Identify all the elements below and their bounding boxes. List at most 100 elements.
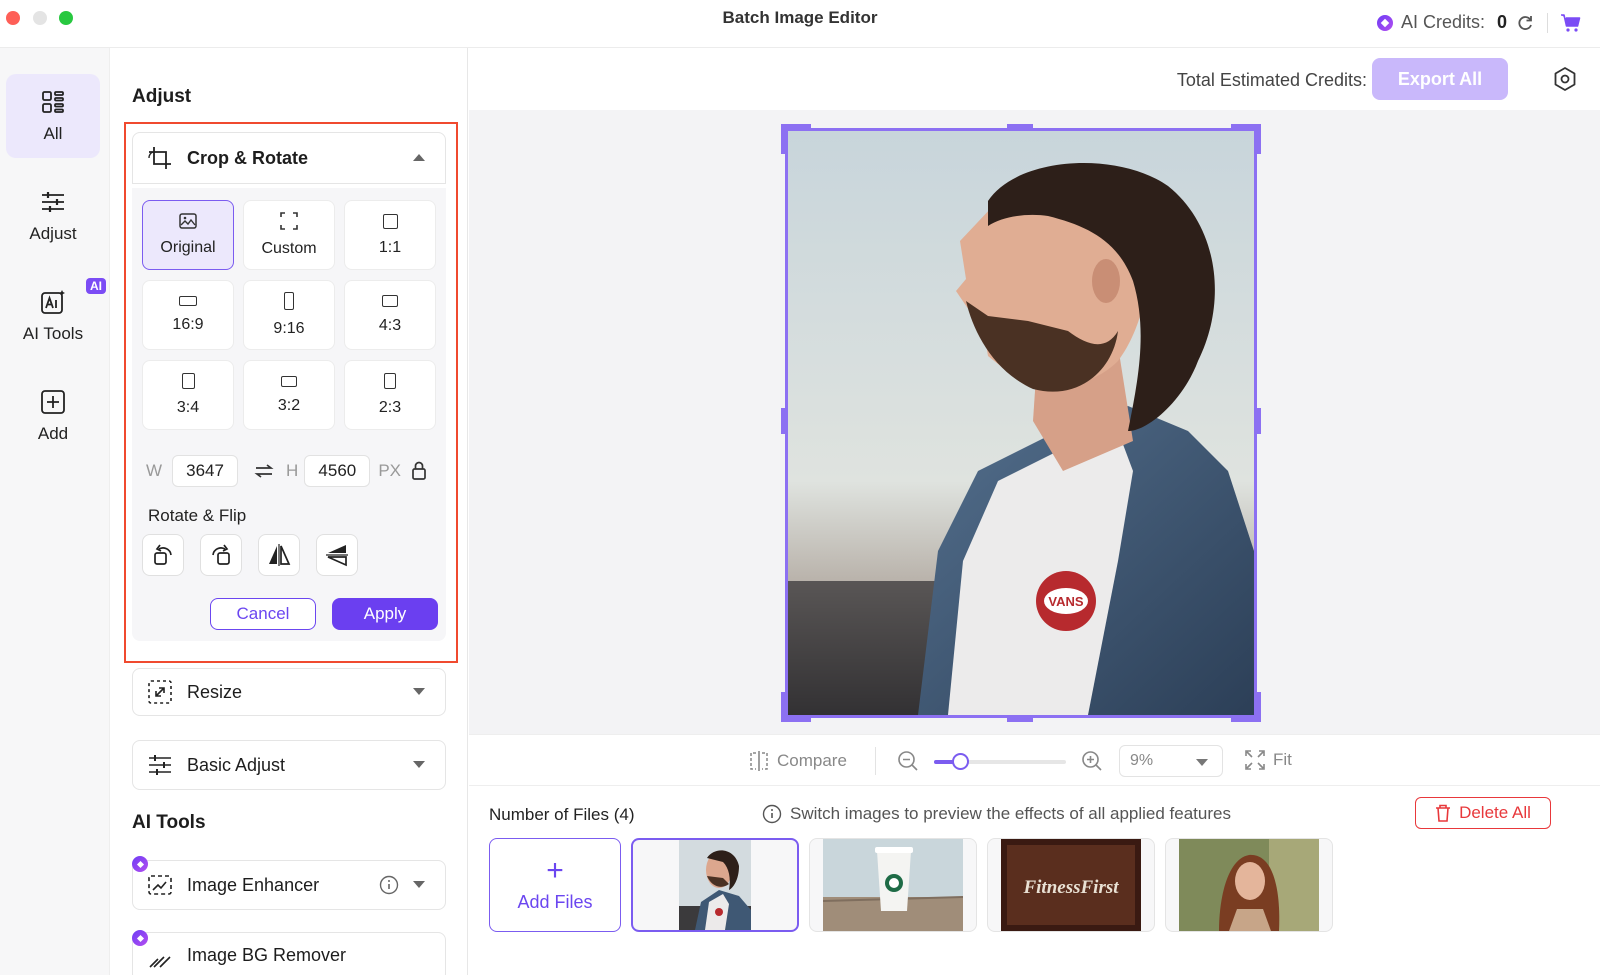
portrait-icon <box>181 373 195 389</box>
resize-label: Resize <box>187 681 243 702</box>
zoom-out-icon[interactable] <box>897 750 919 772</box>
app-title: Batch Image Editor <box>722 8 878 27</box>
ratio-1-1[interactable]: 1:1 <box>344 200 436 270</box>
rotate-left-button[interactable] <box>142 534 184 576</box>
chevron-down-icon <box>413 881 425 888</box>
ratio-custom[interactable]: Custom <box>243 200 335 270</box>
files-count: Number of Files (4) <box>489 805 635 824</box>
landscape-icon <box>179 296 197 306</box>
image-bg-remover-label: Image BG Remover <box>187 945 347 965</box>
crop-handle[interactable] <box>781 124 811 128</box>
flip-horizontal-icon <box>269 544 291 566</box>
sliders-icon <box>42 192 64 212</box>
ratio-label: 2:3 <box>378 399 402 416</box>
image-enhancer-card[interactable]: Image Enhancer <box>132 860 446 910</box>
settings-icon[interactable] <box>1552 66 1578 92</box>
ratio-9-16[interactable]: 9:16 <box>243 280 335 350</box>
ratio-label: 16:9 <box>172 316 204 333</box>
preview-image[interactable]: VANS <box>785 128 1257 718</box>
cancel-button[interactable]: Cancel <box>210 598 316 630</box>
estimated-credits: Total Estimated Credits: 0 <box>1176 70 1382 90</box>
export-all-button[interactable]: Export All <box>1372 58 1508 100</box>
basic-adjust-card[interactable]: Basic Adjust <box>132 740 446 790</box>
svg-text:VANS: VANS <box>1048 594 1083 609</box>
crop-handle[interactable] <box>1007 124 1033 128</box>
rail-item-ai-tools[interactable]: AI AI Tools <box>6 274 106 358</box>
fit-label: Fit <box>1273 750 1292 769</box>
portrait-photo: VANS <box>788 131 1254 715</box>
crop-handle[interactable] <box>781 124 785 154</box>
resize-card[interactable]: Resize <box>132 668 446 716</box>
chevron-down-icon <box>413 688 425 695</box>
file-thumbnail[interactable] <box>809 838 977 932</box>
crop-handle[interactable] <box>1007 718 1033 722</box>
ratio-label: Custom <box>261 240 317 257</box>
rotate-flip-title: Rotate & Flip <box>148 506 247 525</box>
grid-icon <box>42 91 64 113</box>
crop-rotate-header[interactable]: Crop & Rotate <box>132 132 446 184</box>
rail-item-all[interactable]: All <box>6 74 100 158</box>
crop-handle[interactable] <box>1257 124 1261 154</box>
rail-item-label: Adjust <box>29 224 77 243</box>
flip-horizontal-button[interactable] <box>258 534 300 576</box>
rotate-right-icon <box>212 544 230 565</box>
zoom-slider[interactable] <box>934 753 1066 770</box>
ratio-4-3[interactable]: 4:3 <box>344 280 436 350</box>
custom-crop-icon <box>280 212 298 230</box>
chevron-down-icon <box>1196 759 1208 766</box>
ratio-label: 4:3 <box>378 317 402 334</box>
crop-handle[interactable] <box>781 408 785 434</box>
ai-credits-label: AI Credits: <box>1400 12 1485 32</box>
fit-icon <box>1245 750 1265 770</box>
rail-item-adjust[interactable]: Adjust <box>6 174 100 258</box>
file-thumbnail[interactable]: FitnessFirst <box>987 838 1155 932</box>
flip-vertical-icon <box>326 545 348 567</box>
ratio-label: 3:4 <box>176 399 200 416</box>
delete-all-button[interactable]: Delete All <box>1415 797 1551 829</box>
ratio-label: 3:2 <box>277 396 301 414</box>
file-thumbnail[interactable] <box>1165 838 1333 932</box>
crop-rotate-title: Crop & Rotate <box>187 147 308 168</box>
crop-handle[interactable] <box>1257 408 1261 434</box>
zoom-slider-knob[interactable] <box>952 753 969 770</box>
ai-tools-icon <box>41 290 65 314</box>
add-files-button[interactable]: + Add Files <box>489 838 621 932</box>
plus-icon: + <box>546 853 564 887</box>
ratio-2-3[interactable]: 2:3 <box>344 360 436 430</box>
compare-icon <box>750 751 768 771</box>
rail-item-label: Add <box>37 424 69 443</box>
ratio-3-2[interactable]: 3:2 <box>243 360 335 430</box>
ai-feature-icon <box>132 930 148 946</box>
flip-vertical-button[interactable] <box>316 534 358 576</box>
thumbnail-text: FitnessFirst <box>1022 877 1119 898</box>
width-input[interactable]: 3647 <box>172 455 239 487</box>
height-input[interactable]: 4560 <box>304 455 371 487</box>
ai-feature-icon <box>132 856 148 872</box>
files-hint: Switch images to preview the effects of … <box>762 804 1231 824</box>
ratio-16-9[interactable]: 16:9 <box>142 280 234 350</box>
ratio-original[interactable]: Original <box>142 200 234 270</box>
image-bg-remover-card[interactable]: Image BG Remover <box>132 932 446 975</box>
height-label: H <box>286 461 299 480</box>
swap-icon[interactable] <box>254 463 274 479</box>
portrait-icon <box>384 373 396 389</box>
cart-icon[interactable] <box>1560 13 1582 33</box>
file-thumbnail[interactable] <box>631 838 799 932</box>
rail-item-label: All <box>43 124 63 143</box>
ratio-3-4[interactable]: 3:4 <box>142 360 234 430</box>
zoom-select[interactable]: 9% <box>1119 745 1223 777</box>
crop-handle[interactable] <box>781 718 811 722</box>
rotate-right-button[interactable] <box>200 534 242 576</box>
crop-handle[interactable] <box>781 692 785 722</box>
apply-button[interactable]: Apply <box>332 598 438 630</box>
fit-button[interactable]: Fit <box>1245 750 1292 770</box>
rail-item-add[interactable]: Add <box>6 374 100 458</box>
compare-button[interactable]: Compare <box>749 750 847 772</box>
lock-icon[interactable] <box>411 461 427 481</box>
zoom-in-icon[interactable] <box>1081 750 1103 772</box>
refresh-icon[interactable] <box>1515 13 1535 33</box>
crop-handle[interactable] <box>1257 692 1261 722</box>
info-icon[interactable] <box>379 875 399 895</box>
landscape-icon <box>281 375 297 387</box>
rail-item-label: AI Tools <box>22 324 84 343</box>
